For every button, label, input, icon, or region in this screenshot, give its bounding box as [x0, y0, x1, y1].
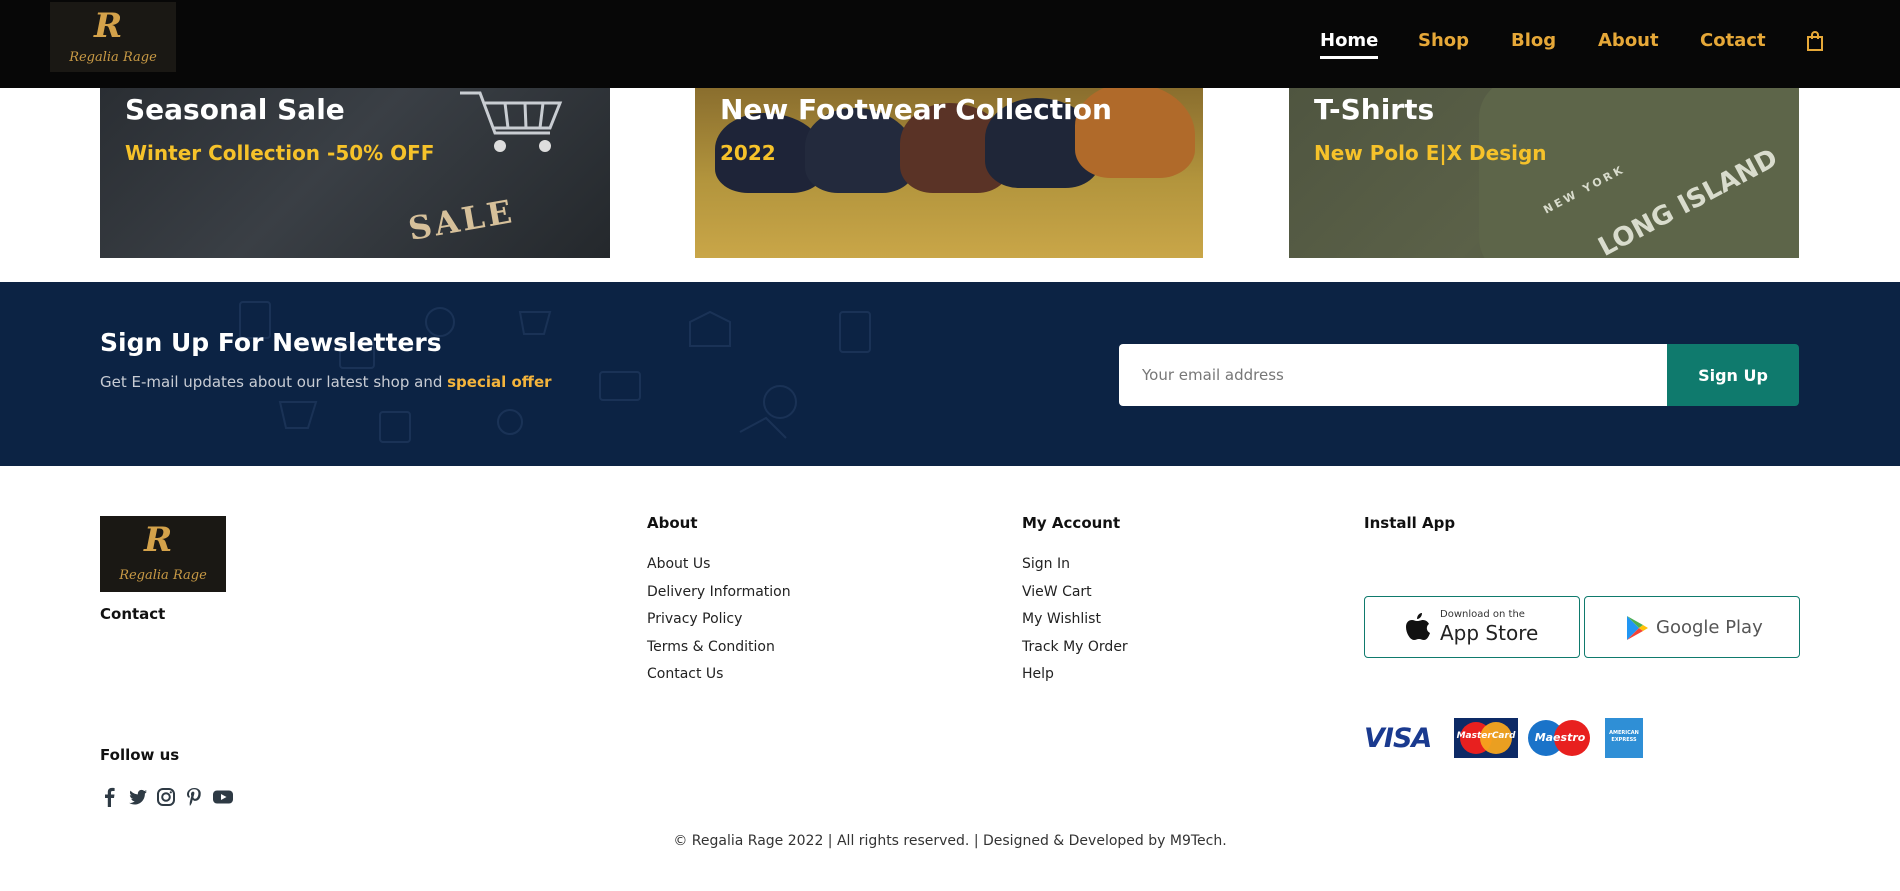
instagram-icon[interactable]	[156, 787, 176, 807]
nav-blog[interactable]: Blog	[1511, 30, 1556, 51]
brand-logo[interactable]: R Regalia Rage	[50, 2, 176, 72]
promo-subtitle: Winter Collection -50% OFF	[125, 141, 435, 165]
app-store-small-text: Download on the	[1440, 609, 1525, 620]
newsletter-description: Get E-mail updates about our latest shop…	[100, 373, 552, 391]
google-play-icon	[1627, 616, 1648, 640]
apple-icon	[1406, 613, 1430, 640]
newsletter-section: Sign Up For Newsletters Get E-mail updat…	[0, 282, 1900, 466]
logo-monogram: R	[144, 520, 173, 560]
maestro-logo: Maestro	[1528, 718, 1592, 758]
nav-about[interactable]: About	[1598, 30, 1659, 51]
nav-shop[interactable]: Shop	[1418, 30, 1469, 51]
promo-card-seasonal-sale[interactable]: SALE Seasonal Sale Winter Collection -50…	[100, 88, 610, 258]
sale-letters-image: SALE	[405, 192, 518, 248]
google-play-label: Google Play	[1656, 617, 1763, 638]
footer-link-about-us[interactable]: About Us	[647, 554, 791, 582]
promo-title: New Footwear Collection	[720, 93, 1112, 126]
footer-account-heading: My Account	[1022, 514, 1121, 532]
logo-brand-name: Regalia Rage	[69, 50, 157, 65]
logo-brand-name: Regalia Rage	[119, 568, 207, 583]
facebook-icon[interactable]	[100, 787, 120, 807]
footer-link-delivery[interactable]: Delivery Information	[647, 582, 791, 610]
youtube-icon[interactable]	[212, 787, 234, 807]
footer-about-links: About Us Delivery Information Privacy Po…	[647, 554, 791, 692]
mastercard-logo: MasterCard	[1454, 718, 1518, 758]
promo-title: T-Shirts	[1314, 93, 1435, 126]
footer-link-help[interactable]: Help	[1022, 664, 1128, 692]
nav-home[interactable]: Home	[1320, 30, 1379, 59]
site-header: R Regalia Rage Home Shop Blog About Cota…	[0, 0, 1900, 88]
footer-link-privacy[interactable]: Privacy Policy	[647, 609, 791, 637]
pinterest-icon[interactable]	[184, 787, 204, 807]
promo-title: Seasonal Sale	[125, 93, 345, 126]
footer-install-heading: Install App	[1364, 514, 1456, 532]
nav-contact[interactable]: Cotact	[1700, 30, 1766, 51]
newsletter-text: Get E-mail updates about our latest shop…	[100, 373, 443, 391]
visa-logo: VISA	[1364, 718, 1436, 758]
footer-link-track-order[interactable]: Track My Order	[1022, 637, 1128, 665]
promo-subtitle: New Polo E|X Design	[1314, 141, 1547, 165]
maestro-logo-text: Maestro	[1534, 731, 1586, 744]
footer-link-contact-us[interactable]: Contact Us	[647, 664, 791, 692]
newsletter-highlight: special offer	[447, 373, 552, 391]
copyright-text: © Regalia Rage 2022 | All rights reserve…	[673, 833, 1227, 849]
footer-link-sign-in[interactable]: Sign In	[1022, 554, 1128, 582]
email-input[interactable]	[1119, 344, 1667, 406]
google-play-button[interactable]: Google Play	[1584, 596, 1800, 658]
shopping-bag-icon[interactable]	[1806, 31, 1824, 51]
visa-logo-text: VISA	[1364, 723, 1432, 754]
signup-button[interactable]: Sign Up	[1667, 344, 1799, 406]
footer-about-heading: About	[647, 514, 698, 532]
social-links	[100, 787, 234, 807]
amex-logo-text: AMERICAN EXPRESS	[1609, 730, 1639, 743]
promo-card-footwear[interactable]: New Footwear Collection 2022	[695, 88, 1203, 258]
footer-link-terms[interactable]: Terms & Condition	[647, 637, 791, 665]
footer-account-links: Sign In VieW Cart My Wishlist Track My O…	[1022, 554, 1128, 692]
newsletter-title: Sign Up For Newsletters	[100, 328, 442, 357]
footer-link-wishlist[interactable]: My Wishlist	[1022, 609, 1128, 637]
footer-logo[interactable]: R Regalia Rage	[100, 516, 226, 592]
app-store-label: App Store	[1440, 621, 1539, 645]
mastercard-logo-text: MasterCard	[1456, 731, 1516, 741]
twitter-icon[interactable]	[128, 787, 148, 807]
amex-logo: AMERICAN EXPRESS	[1605, 718, 1643, 758]
follow-us-heading: Follow us	[100, 746, 180, 764]
promo-card-tshirts[interactable]: NEW YORK LONG ISLAND T-Shirts New Polo E…	[1289, 88, 1799, 258]
shopping-cart-image	[460, 91, 563, 152]
footer-link-view-cart[interactable]: VieW Cart	[1022, 582, 1128, 610]
app-store-button[interactable]: Download on the App Store	[1364, 596, 1580, 658]
promo-subtitle: 2022	[720, 141, 776, 165]
logo-monogram: R	[94, 6, 123, 46]
footer-contact-heading: Contact	[100, 605, 166, 623]
